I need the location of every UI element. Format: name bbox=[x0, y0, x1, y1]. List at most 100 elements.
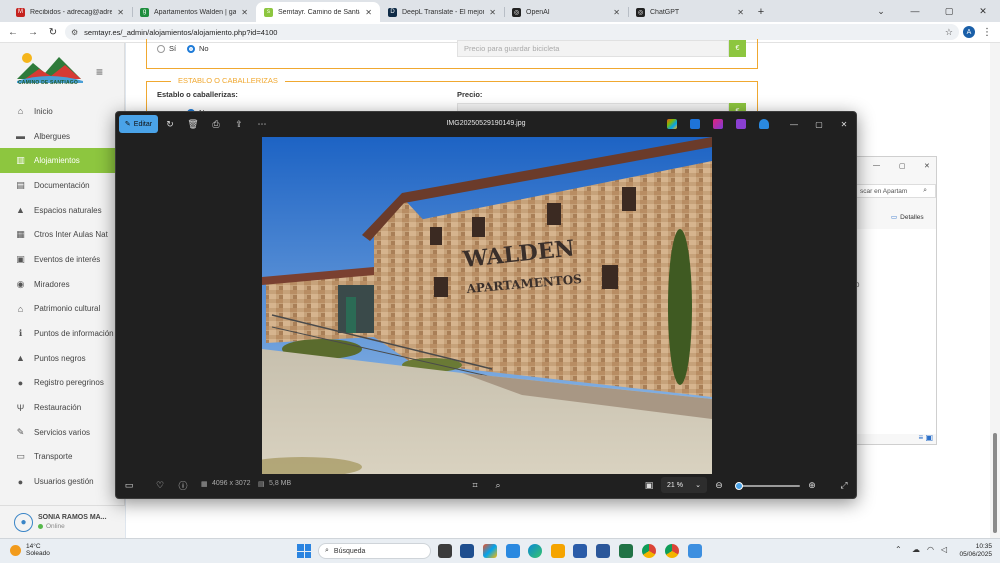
taskbar-search[interactable]: ⌕ Búsqueda bbox=[318, 543, 431, 559]
sidebar-item[interactable]: ▣ Eventos de interés bbox=[0, 247, 124, 272]
clipchamp-icon[interactable] bbox=[713, 119, 723, 129]
site-logo[interactable]: CAMINO DE SANTIAGO ≡ bbox=[0, 43, 124, 99]
profile-avatar[interactable]: A bbox=[963, 26, 975, 38]
chrome-profile-icon[interactable] bbox=[665, 544, 679, 558]
sidebar-item[interactable]: Ψ Restauración bbox=[0, 395, 124, 420]
zoom-slider-knob[interactable] bbox=[735, 482, 744, 490]
sidebar-item[interactable]: ◉ Miradores bbox=[0, 272, 124, 297]
back-button[interactable]: ← bbox=[5, 24, 21, 40]
start-button[interactable] bbox=[297, 544, 311, 558]
file-explorer-window[interactable]: — ▢ ✕ scar en Apartam ⌕ Detalles 0 ≡ ▣ bbox=[855, 156, 937, 445]
scrollbar-thumb[interactable] bbox=[993, 433, 997, 533]
tab-close-icon[interactable]: ✕ bbox=[489, 8, 496, 17]
info-icon[interactable]: ⓘ bbox=[175, 477, 191, 493]
visual-search-icon[interactable]: ⌕ bbox=[490, 477, 506, 493]
details-button[interactable]: Detalles bbox=[891, 213, 923, 221]
fullscreen-icon[interactable]: ⤢ bbox=[836, 477, 852, 493]
tab-close-icon[interactable]: ✕ bbox=[613, 8, 620, 17]
tab-close-icon[interactable]: ✕ bbox=[365, 8, 372, 17]
sidebar-item[interactable]: ▬ Albergues bbox=[0, 124, 124, 149]
user-panel[interactable]: ● SONIA RAMOS MA... Online bbox=[0, 505, 125, 538]
tab-close-icon[interactable]: ✕ bbox=[241, 8, 248, 17]
chevron-down-icon[interactable]: ⌄ bbox=[864, 0, 898, 22]
copilot-icon[interactable] bbox=[483, 544, 497, 558]
explorer-search-input[interactable]: scar en Apartam ⌕ bbox=[856, 184, 936, 198]
browser-tab[interactable]: M Recibidos - adrecag@adrecag. ✕ bbox=[8, 2, 132, 22]
photo-image[interactable]: WALDEN APARTAMENTOS bbox=[262, 137, 712, 474]
tab-close-icon[interactable]: ✕ bbox=[117, 8, 124, 17]
zoom-in-icon[interactable]: ⊕ bbox=[804, 477, 820, 493]
bookmark-star-icon[interactable]: ☆ bbox=[945, 27, 953, 38]
view-toggle-icon[interactable]: ≡ ▣ bbox=[919, 433, 933, 442]
filmstrip-icon[interactable]: ▭ bbox=[121, 477, 137, 493]
wifi-icon[interactable]: ◠ bbox=[927, 545, 934, 554]
sidebar-item[interactable]: ▲ Espacios naturales bbox=[0, 198, 124, 223]
minimize-button[interactable]: — bbox=[782, 116, 806, 132]
sidebar-item[interactable]: ▦ Ctros Inter Aulas Nat bbox=[0, 222, 124, 247]
browser-tab[interactable]: g Apartamentos Walden | gaiano ✕ bbox=[132, 2, 256, 22]
sidebar-item[interactable]: ℹ Puntos de información bbox=[0, 321, 124, 346]
sidebar-item[interactable]: ● Registro peregrinos bbox=[0, 371, 124, 396]
new-tab-button[interactable]: + bbox=[752, 2, 770, 22]
crop-icon[interactable]: ⌗ bbox=[467, 477, 483, 493]
maximize-button[interactable]: ▢ bbox=[899, 162, 906, 170]
site-settings-icon[interactable]: ⚙ bbox=[71, 28, 78, 37]
minimize-button[interactable]: — bbox=[898, 0, 932, 22]
taskbar-clock[interactable]: 10:35 05/06/2025 bbox=[959, 543, 992, 560]
edge-icon[interactable] bbox=[528, 544, 542, 558]
sidebar-item[interactable]: ▲ Puntos negros bbox=[0, 346, 124, 371]
sidebar-item[interactable]: ▥ Alojamientos bbox=[0, 148, 124, 174]
sidebar-item[interactable]: ▭ Transporte bbox=[0, 445, 124, 470]
sidebar-item[interactable]: ⌂ Inicio bbox=[0, 99, 124, 124]
close-button[interactable]: ✕ bbox=[832, 116, 856, 132]
zoom-select[interactable]: 21 % ⌄ bbox=[661, 477, 707, 493]
bike-yes-radio[interactable]: Sí bbox=[157, 44, 176, 53]
maximize-button[interactable]: ▢ bbox=[932, 0, 966, 22]
weather-widget[interactable]: 14°C Soleado bbox=[10, 543, 50, 558]
photos-editor-icon[interactable] bbox=[690, 119, 700, 129]
browser-tab[interactable]: s Semtayr. Camino de Santiago. ✕ bbox=[256, 2, 380, 22]
bike-no-label: No bbox=[199, 44, 209, 53]
forward-button[interactable]: → bbox=[25, 24, 41, 40]
file-explorer-icon[interactable] bbox=[551, 544, 565, 558]
fit-to-window-icon[interactable]: ▣ bbox=[641, 477, 657, 493]
designer-icon[interactable] bbox=[736, 119, 746, 129]
bike-no-radio[interactable]: No bbox=[187, 44, 209, 53]
menu-kebab-icon[interactable]: ⋮ bbox=[979, 24, 995, 40]
excel-icon[interactable] bbox=[619, 544, 633, 558]
store-icon[interactable] bbox=[460, 544, 474, 558]
volume-icon[interactable]: ◁ bbox=[941, 545, 947, 554]
page-scrollbar[interactable] bbox=[990, 43, 1000, 538]
onedrive-icon[interactable] bbox=[759, 119, 769, 129]
sidebar-item[interactable]: ● Usuarios gestión bbox=[0, 469, 124, 494]
sidebar-nav: ⌂ Inicio ▬ Albergues ▥ Alojamientos ▤ Documenta… bbox=[0, 99, 124, 494]
sidebar-item[interactable]: ✎ Servicios varios bbox=[0, 420, 124, 445]
bike-price-input[interactable]: Precio para guardar bicicleta bbox=[457, 40, 729, 57]
photos-app-icon[interactable] bbox=[506, 544, 520, 558]
task-view-icon[interactable] bbox=[438, 544, 452, 558]
close-button[interactable]: ✕ bbox=[966, 0, 1000, 22]
browser-tab[interactable]: ◎ OpenAI ✕ bbox=[504, 2, 628, 22]
outlook-icon[interactable] bbox=[573, 544, 587, 558]
minimize-button[interactable]: — bbox=[873, 162, 880, 169]
zoom-slider[interactable] bbox=[735, 482, 800, 490]
browser-tab[interactable]: D DeepL Translate - El mejor trad ✕ bbox=[380, 2, 504, 22]
address-bar[interactable]: ⚙ semtayr.es/_admin/alojamientos/alojami… bbox=[65, 24, 959, 40]
reload-button[interactable]: ↻ bbox=[45, 24, 61, 40]
sidebar-item[interactable]: ▤ Documentación bbox=[0, 173, 124, 198]
word-icon[interactable] bbox=[596, 544, 610, 558]
close-button[interactable]: ✕ bbox=[924, 162, 930, 170]
copilot-app-icon[interactable] bbox=[667, 119, 677, 129]
tab-close-icon[interactable]: ✕ bbox=[737, 8, 744, 17]
chevron-up-icon[interactable]: ⌃ bbox=[895, 545, 902, 554]
zoom-out-icon[interactable]: ⊖ bbox=[711, 477, 727, 493]
photos-viewer-icon[interactable] bbox=[688, 544, 702, 558]
onedrive-tray-icon[interactable]: ☁ bbox=[912, 545, 920, 554]
favorite-heart-icon[interactable]: ♡ bbox=[152, 477, 168, 493]
browser-tab[interactable]: ◎ ChatGPT ✕ bbox=[628, 2, 752, 22]
tab-favicon-icon: ◎ bbox=[636, 7, 645, 17]
chrome-icon[interactable] bbox=[642, 544, 656, 558]
hamburger-menu-icon[interactable]: ≡ bbox=[96, 65, 103, 79]
maximize-button[interactable]: ▢ bbox=[807, 116, 831, 132]
sidebar-item[interactable]: ⌂ Patrimonio cultural bbox=[0, 297, 124, 322]
